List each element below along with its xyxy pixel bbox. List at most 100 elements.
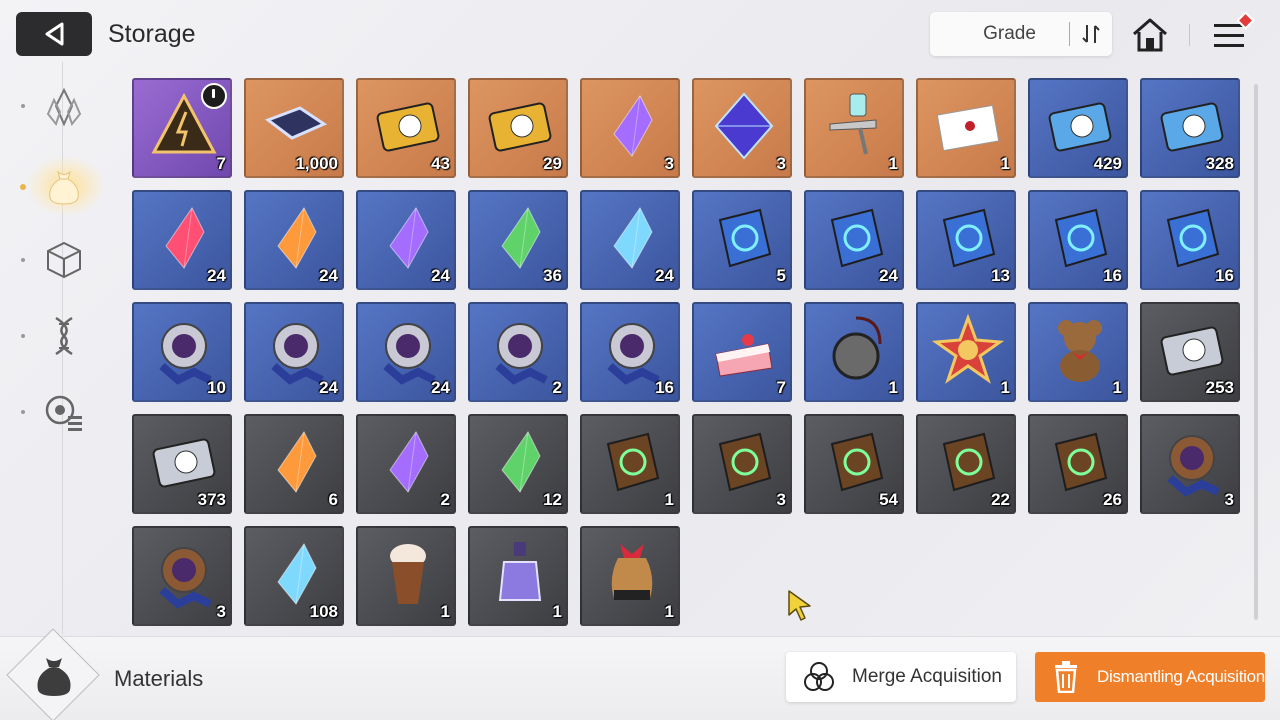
item-count: 24 (879, 266, 898, 285)
pointer-cursor-icon (788, 590, 811, 621)
item-slot-shield-manual[interactable]: 5 (692, 190, 792, 290)
item-count: 373 (197, 490, 226, 509)
item-count: 1 (1000, 378, 1010, 397)
item-slot-bronze-shield-emblem[interactable]: 3 (1140, 414, 1240, 514)
dull-orange-shard-icon (260, 426, 332, 498)
item-count: 10 (207, 378, 226, 397)
item-slot-strawberry-cake[interactable]: 7 (692, 302, 792, 402)
merge-acquisition-button[interactable]: Merge Acquisition (786, 652, 1016, 702)
sidebar-item-modules[interactable] (40, 236, 88, 284)
item-slot-pocket-watch[interactable]: 1 (804, 302, 904, 402)
purple-crystal-icon (372, 202, 444, 274)
menu-icon[interactable] (1210, 12, 1260, 54)
item-slot-sealed-letter[interactable]: 1 (916, 78, 1016, 178)
item-count: 26 (1103, 490, 1122, 509)
sidebar-dot (21, 410, 25, 414)
brown-wing-manual-icon (820, 426, 892, 498)
home-icon[interactable] (1130, 16, 1170, 54)
sidebar-item-genes[interactable] (40, 312, 88, 360)
item-count: 3 (1224, 490, 1234, 509)
item-slot-brown-wing-manual[interactable]: 54 (804, 414, 904, 514)
grid-scrollbar[interactable] (1254, 84, 1258, 620)
item-slot-dull-orange-shard[interactable]: 6 (244, 414, 344, 514)
item-slot-bronze-square-emblem[interactable]: 3 (132, 526, 232, 626)
item-slot-brown-sword-manual[interactable]: 1 (580, 414, 680, 514)
item-slot-target-manual[interactable]: 24 (804, 190, 904, 290)
brown-target-manual-icon (708, 426, 780, 498)
item-slot-purple-crystal[interactable]: 24 (356, 190, 456, 290)
item-count: 16 (655, 378, 674, 397)
bag-icon (49, 170, 79, 205)
merge-circles-icon (786, 652, 852, 702)
merge-acquisition-label: Merge Acquisition (852, 666, 1002, 687)
sort-dropdown[interactable]: Grade (930, 12, 1112, 56)
item-count: 1,000 (295, 154, 338, 173)
purple-eye-core-icon (596, 90, 668, 162)
item-slot-violet-octahedron[interactable]: 3 (692, 78, 792, 178)
memory-chip-icon (260, 90, 332, 162)
item-slot-blue-character-ticket[interactable]: 429 (1028, 78, 1128, 178)
item-slot-gift-pouch[interactable]: 1 (580, 526, 680, 626)
item-count: 3 (664, 154, 674, 173)
item-slot-gold-character-ticket[interactable]: 43 (356, 78, 456, 178)
teddy-bear-icon (1044, 314, 1116, 386)
sidebar-item-records[interactable] (40, 388, 88, 436)
item-slot-bolt-manual[interactable]: 16 (1028, 190, 1128, 290)
strawberry-cake-icon (708, 314, 780, 386)
back-button[interactable] (16, 12, 92, 56)
item-slot-star-medal[interactable]: 1 (916, 302, 1016, 402)
item-slot-perfume-bottle[interactable]: 1 (468, 526, 568, 626)
item-count: 24 (319, 378, 338, 397)
item-slot-silver-character-ticket[interactable]: 253 (1140, 302, 1240, 402)
item-slot-orb-manual[interactable]: 16 (1140, 190, 1240, 290)
sidebar-item-crystals[interactable] (40, 84, 88, 132)
sidebar-dot (21, 334, 25, 338)
item-count: 108 (309, 602, 338, 621)
item-slot-gold-star-ticket[interactable]: 29 (468, 78, 568, 178)
item-slot-dull-green-shard[interactable]: 12 (468, 414, 568, 514)
item-count: 7 (216, 154, 226, 173)
perfume-bottle-icon (484, 538, 556, 610)
item-slot-blue-star-ticket[interactable]: 328 (1140, 78, 1240, 178)
item-slot-spray-gun[interactable]: 1 (804, 78, 904, 178)
item-slot-square-emblem[interactable]: 24 (356, 302, 456, 402)
item-count: 1 (1000, 154, 1010, 173)
item-slot-blue-ore-chunk[interactable]: 108 (244, 526, 344, 626)
item-count: 2 (440, 490, 450, 509)
item-slot-timed-pyramid-box[interactable]: 7 (132, 78, 232, 178)
inventory-grid: 7 1,000 43 29 3 3 1 1 429 328 24 24 24 36 24 5 24 13 16 16 1… (132, 78, 1242, 626)
item-slot-red-crystal[interactable]: 24 (132, 190, 232, 290)
item-slot-star-emblem[interactable]: 2 (468, 302, 568, 402)
item-slot-silver-star-ticket[interactable]: 373 (132, 414, 232, 514)
item-slot-dull-purple-shard[interactable]: 2 (356, 414, 456, 514)
item-slot-shield-emblem[interactable]: 24 (244, 302, 344, 402)
item-count: 12 (543, 490, 562, 509)
item-slot-brown-bolt-manual[interactable]: 22 (916, 414, 1016, 514)
item-count: 328 (1205, 154, 1234, 173)
item-slot-brown-target-manual[interactable]: 3 (692, 414, 792, 514)
item-count: 13 (991, 266, 1010, 285)
pocket-watch-icon (820, 314, 892, 386)
dismantling-acquisition-button[interactable]: Dismantling Acquisition (1035, 652, 1265, 702)
ice-crystal-icon (596, 202, 668, 274)
item-slot-orb-emblem[interactable]: 16 (580, 302, 680, 402)
sidebar-item-materials[interactable] (40, 162, 88, 210)
item-slot-purple-eye-core[interactable]: 3 (580, 78, 680, 178)
item-count: 16 (1215, 266, 1234, 285)
item-slot-memory-chip[interactable]: 1,000 (244, 78, 344, 178)
item-slot-ice-crystal[interactable]: 24 (580, 190, 680, 290)
item-slot-iced-coffee[interactable]: 1 (356, 526, 456, 626)
materials-bag-icon[interactable] (30, 652, 78, 700)
item-slot-wing-manual[interactable]: 13 (916, 190, 1016, 290)
star-emblem-icon (484, 314, 556, 386)
category-label: Materials (114, 666, 204, 691)
sort-order-icon[interactable] (1070, 12, 1112, 56)
item-count: 3 (216, 602, 226, 621)
item-slot-orange-crystal[interactable]: 24 (244, 190, 344, 290)
item-slot-brown-orb-manual[interactable]: 26 (1028, 414, 1128, 514)
dna-icon (55, 316, 73, 356)
item-slot-teddy-bear[interactable]: 1 (1028, 302, 1128, 402)
item-slot-cross-emblem[interactable]: 10 (132, 302, 232, 402)
item-count: 5 (776, 266, 786, 285)
item-slot-green-crystal[interactable]: 36 (468, 190, 568, 290)
